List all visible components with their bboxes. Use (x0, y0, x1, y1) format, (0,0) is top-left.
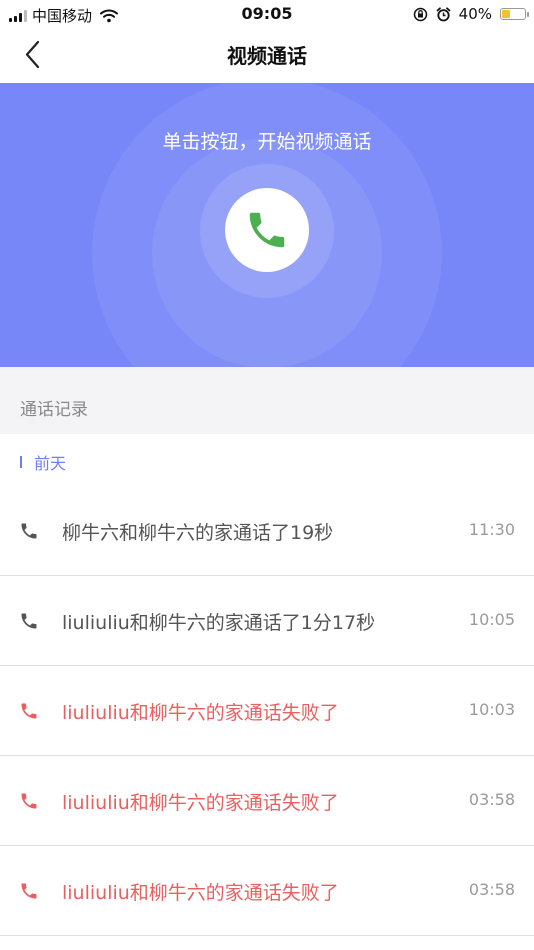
call-record-text: liuliuliu和柳牛六的家通话失败了 (62, 792, 339, 814)
call-record-text: 柳牛六和柳牛六的家通话了19秒 (62, 522, 334, 544)
call-record-time: 10:03 (468, 700, 515, 719)
call-record-time: 10:05 (468, 610, 515, 629)
video-call-panel: 单击按钮，开始视频通话 (0, 83, 534, 367)
call-record-time: 11:30 (468, 520, 515, 539)
call-record-text: liuliuliu和柳牛六的家通话失败了 (62, 702, 339, 724)
call-record-row[interactable]: liuliuliu和柳牛六的家通话失败了 10:03 (0, 666, 534, 756)
alarm-icon (436, 6, 451, 21)
phone-icon (249, 212, 285, 248)
section-title: 通话记录 (20, 400, 88, 420)
call-record-text: liuliuliu和柳牛六的家通话失败了 (62, 882, 339, 904)
phone-icon (21, 793, 37, 809)
status-right: 40% (413, 5, 529, 23)
call-history-header: 通话记录 (0, 367, 534, 434)
call-prompt: 单击按钮，开始视频通话 (162, 131, 372, 153)
battery-fill (502, 10, 511, 18)
call-record-row[interactable]: liuliuliu和柳牛六的家通话了1分17秒 10:05 (0, 576, 534, 666)
call-record-time: 03:58 (468, 880, 515, 899)
battery-icon (500, 8, 529, 20)
call-record-row[interactable]: liuliuliu和柳牛六的家通话失败了 03:58 (0, 846, 534, 936)
phone-icon (21, 523, 37, 539)
nav-bar: 视频通话 (0, 28, 534, 83)
rotation-lock-icon (413, 7, 427, 21)
call-record-text: liuliuliu和柳牛六的家通话了1分17秒 (62, 612, 376, 634)
phone-icon (21, 703, 37, 719)
call-record-row[interactable]: 柳牛六和柳牛六的家通话了19秒 11:30 (0, 486, 534, 576)
day-text: 前天 (34, 454, 67, 473)
call-record-row[interactable]: liuliuliu和柳牛六的家通话失败了 03:58 (0, 756, 534, 846)
status-bar: 中国移动 09:05 40% (0, 0, 534, 28)
page-title: 视频通话 (227, 44, 307, 68)
call-record-time: 03:58 (468, 790, 515, 809)
phone-icon (21, 613, 37, 629)
battery-percent: 40% (458, 5, 492, 23)
phone-icon (21, 883, 37, 899)
day-group-label: 前天 (20, 450, 66, 474)
start-video-call-button[interactable] (225, 188, 309, 272)
day-marker (20, 456, 22, 468)
